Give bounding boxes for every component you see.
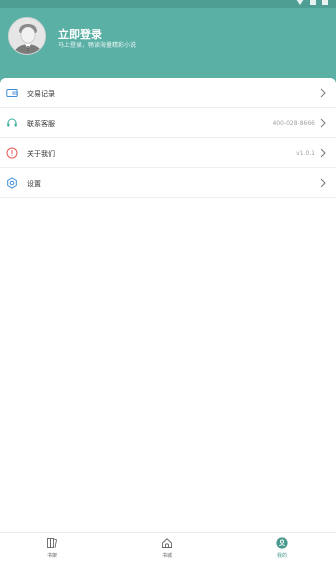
login-subtitle: 马上登录，畅读海量精彩小说 bbox=[58, 42, 137, 49]
tab-bookshelf[interactable]: 书架 bbox=[32, 537, 72, 561]
signal-icon bbox=[310, 0, 316, 5]
bottom-tab-bar: 书架 书城 我的 bbox=[0, 532, 336, 561]
menu-item-settings[interactable]: 设置 bbox=[0, 168, 336, 198]
app-version: v1.0.1 bbox=[296, 150, 315, 157]
chevron-right-icon bbox=[320, 148, 326, 158]
info-icon bbox=[6, 147, 18, 159]
menu-item-label: 联系客服 bbox=[27, 120, 55, 128]
menu-item-label: 设置 bbox=[27, 180, 41, 188]
menu-item-transactions[interactable]: 交易记录 bbox=[0, 78, 336, 108]
menu-item-customer-service[interactable]: 联系客服 400-028-8666 bbox=[0, 108, 336, 138]
menu-item-label: 关于我们 bbox=[27, 150, 55, 158]
chevron-right-icon bbox=[320, 178, 326, 188]
status-icons bbox=[296, 0, 328, 5]
profile-header: 立即登录 马上登录，畅读海量精彩小说 bbox=[0, 8, 336, 88]
profile-icon bbox=[276, 537, 288, 549]
service-phone: 400-028-8666 bbox=[272, 120, 315, 127]
menu-item-label: 交易记录 bbox=[27, 90, 55, 98]
avatar[interactable] bbox=[8, 17, 46, 55]
headset-icon bbox=[7, 118, 17, 127]
battery-icon bbox=[322, 0, 328, 5]
tab-label: 书架 bbox=[46, 553, 57, 559]
status-bar bbox=[0, 0, 336, 8]
menu-card: 交易记录 联系客服 400-028-8666 关于我们 v1.0.1 设置 bbox=[0, 78, 336, 532]
home-icon bbox=[162, 538, 172, 548]
default-avatar-icon bbox=[9, 18, 45, 54]
tab-bookstore[interactable]: 书城 bbox=[147, 537, 187, 561]
bookshelf-icon bbox=[47, 538, 58, 548]
chevron-right-icon bbox=[320, 118, 326, 128]
wifi-icon bbox=[296, 0, 304, 5]
menu-item-about[interactable]: 关于我们 v1.0.1 bbox=[0, 138, 336, 168]
wallet-icon bbox=[6, 89, 18, 97]
tab-label: 书城 bbox=[161, 553, 172, 559]
gear-icon bbox=[7, 177, 17, 189]
tab-label: 我的 bbox=[276, 553, 287, 559]
chevron-right-icon bbox=[320, 88, 326, 98]
tab-profile[interactable]: 我的 bbox=[262, 537, 302, 561]
